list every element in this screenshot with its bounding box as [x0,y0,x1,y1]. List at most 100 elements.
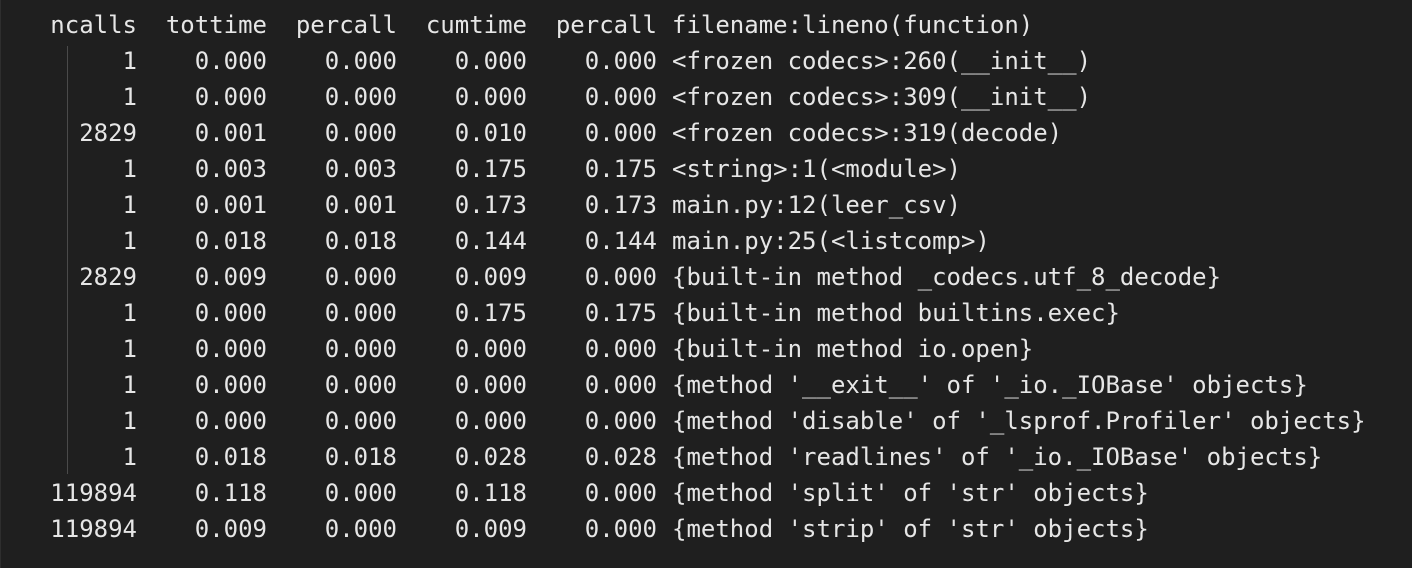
cell-function: {method 'strip' of 'str' objects} [672,515,1149,543]
cell-cumtime: 0.000 [454,371,527,399]
cell-cumtime: 0.000 [454,47,527,75]
cell-cumtime: 0.118 [454,479,527,507]
cell-percall: 0.000 [324,299,397,327]
cell-cumtime: 0.173 [454,191,527,219]
cell-function: {built-in method builtins.exec} [672,299,1120,327]
cell-percall-cumulative: 0.173 [584,191,657,219]
cell-tottime: 0.001 [194,119,267,147]
header-cumtime: cumtime [425,11,527,39]
cell-ncalls: 1 [122,47,137,75]
cell-percall-cumulative: 0.000 [584,371,657,399]
cell-ncalls: 1 [122,371,137,399]
cell-ncalls: 1 [122,299,137,327]
cell-tottime: 0.000 [194,335,267,363]
cell-tottime: 0.009 [194,263,267,291]
cell-ncalls: 2829 [79,263,137,291]
table-row: 1 0.003 0.003 0.175 0.175 <string>:1(<module>… [1,151,1412,187]
table-row: 1 0.000 0.000 0.175 0.175 {built-in method bu… [1,295,1412,331]
cell-tottime: 0.000 [194,83,267,111]
cell-cumtime: 0.175 [454,155,527,183]
cell-percall: 0.003 [324,155,397,183]
table-row: 1 0.018 0.018 0.144 0.144 main.py:25(<listcom… [1,223,1412,259]
cell-function: <string>:1(<module>) [672,155,961,183]
table-row: 1 0.018 0.018 0.028 0.028 {method 'readlines'… [1,439,1412,475]
cell-function: {method 'disable' of '_lsprof.Profiler' … [672,407,1366,435]
cell-tottime: 0.018 [194,443,267,471]
cell-percall-cumulative: 0.175 [584,155,657,183]
cell-percall-cumulative: 0.000 [584,407,657,435]
cell-percall-cumulative: 0.175 [584,299,657,327]
cell-ncalls: 1 [122,443,137,471]
cell-function: main.py:12(leer_csv) [672,191,961,219]
cell-tottime: 0.118 [194,479,267,507]
cell-function: {method '__exit__' of '_io._IOBase' obje… [672,371,1308,399]
cell-tottime: 0.000 [194,407,267,435]
cell-percall: 0.000 [324,335,397,363]
cell-percall: 0.000 [324,479,397,507]
cell-function: main.py:25(<listcomp>) [672,227,990,255]
cell-percall: 0.000 [324,47,397,75]
table-row: 1 0.000 0.000 0.000 0.000 {method 'disable' o… [1,403,1412,439]
header-tottime: tottime [165,11,267,39]
table-row: 1 0.001 0.001 0.173 0.173 main.py:12(leer_csv… [1,187,1412,223]
table-row: 1 0.000 0.000 0.000 0.000 <frozen codecs>:260… [1,43,1412,79]
cell-percall-cumulative: 0.000 [584,515,657,543]
cell-tottime: 0.000 [194,299,267,327]
cell-function: {method 'split' of 'str' objects} [672,479,1149,507]
cell-ncalls: 1 [122,407,137,435]
cell-cumtime: 0.000 [454,335,527,363]
cell-percall-cumulative: 0.144 [584,227,657,255]
cell-cumtime: 0.000 [454,407,527,435]
cell-ncalls: 1 [122,335,137,363]
cell-percall: 0.000 [324,407,397,435]
cell-percall-cumulative: 0.000 [584,263,657,291]
cell-cumtime: 0.000 [454,83,527,111]
cell-tottime: 0.000 [194,47,267,75]
cell-ncalls: 2829 [79,119,137,147]
cell-tottime: 0.000 [194,371,267,399]
cell-function: {built-in method _codecs.utf_8_decode} [672,263,1222,291]
table-row: 1 0.000 0.000 0.000 0.000 {method '__exit__' … [1,367,1412,403]
header-percall-cumulative: percall [555,11,657,39]
cell-percall-cumulative: 0.000 [584,83,657,111]
cell-ncalls: 1 [122,155,137,183]
cell-percall-cumulative: 0.028 [584,443,657,471]
cell-function: <frozen codecs>:260(__init__) [672,47,1092,75]
cell-ncalls: 1 [122,227,137,255]
cell-percall: 0.000 [324,515,397,543]
table-row: 2829 0.009 0.000 0.009 0.000 {built-in method… [1,259,1412,295]
cell-ncalls: 1 [122,83,137,111]
header-function: filename:lineno(function) [672,11,1034,39]
cell-ncalls: 1 [122,191,137,219]
terminal-output: ncalls tottime percall cumtime percall f… [0,0,1412,568]
cell-cumtime: 0.028 [454,443,527,471]
cell-function: {method 'readlines' of '_io._IOBase' obj… [672,443,1323,471]
header-ncalls: ncalls [50,11,137,39]
cell-percall-cumulative: 0.000 [584,47,657,75]
cell-tottime: 0.003 [194,155,267,183]
cell-percall: 0.000 [324,371,397,399]
cell-function: <frozen codecs>:309(__init__) [672,83,1092,111]
table-row: 1 0.000 0.000 0.000 0.000 {built-in method io… [1,331,1412,367]
table-row: 2829 0.001 0.000 0.010 0.000 <frozen codecs>:… [1,115,1412,151]
cell-cumtime: 0.010 [454,119,527,147]
table-row: 119894 0.118 0.000 0.118 0.000 {method 'split… [1,475,1412,511]
cell-percall: 0.000 [324,119,397,147]
cell-ncalls: 119894 [50,479,137,507]
cell-percall: 0.018 [324,227,397,255]
cell-cumtime: 0.175 [454,299,527,327]
cell-cumtime: 0.009 [454,263,527,291]
cell-percall-cumulative: 0.000 [584,479,657,507]
cell-percall-cumulative: 0.000 [584,335,657,363]
cell-tottime: 0.009 [194,515,267,543]
cell-function: {built-in method io.open} [672,335,1034,363]
cell-percall: 0.001 [324,191,397,219]
cell-percall: 0.000 [324,263,397,291]
cell-cumtime: 0.009 [454,515,527,543]
table-header: ncalls tottime percall cumtime percall f… [1,7,1412,43]
table-row: 1 0.000 0.000 0.000 0.000 <frozen codecs>:309… [1,79,1412,115]
cell-cumtime: 0.144 [454,227,527,255]
cell-ncalls: 119894 [50,515,137,543]
cell-percall: 0.000 [324,83,397,111]
cell-tottime: 0.001 [194,191,267,219]
